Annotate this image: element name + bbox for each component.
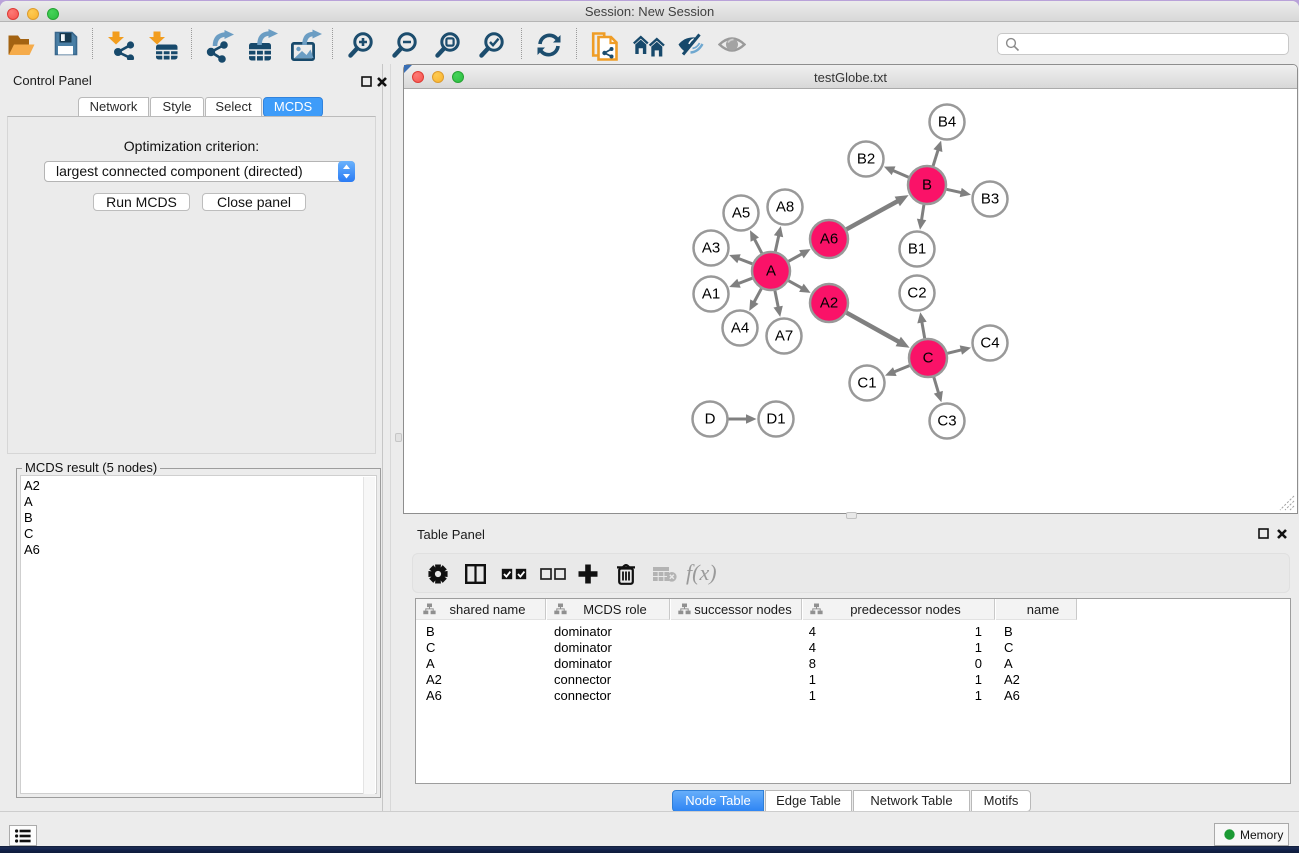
svg-text:C: C [923,350,934,367]
svg-text:A4: A4 [731,320,749,337]
svg-text:C2: C2 [907,285,926,302]
svg-text:A7: A7 [775,328,793,345]
svg-text:C3: C3 [937,413,956,430]
svg-text:A6: A6 [820,231,838,248]
svg-text:B3: B3 [981,191,999,208]
svg-text:D1: D1 [766,411,785,428]
svg-text:B: B [922,177,932,194]
svg-text:A3: A3 [702,240,720,257]
svg-text:B1: B1 [908,241,926,258]
svg-text:A2: A2 [820,295,838,312]
svg-text:A5: A5 [732,205,750,222]
svg-text:B4: B4 [938,114,956,131]
svg-text:A8: A8 [776,199,794,216]
svg-text:A: A [766,263,776,280]
svg-text:C1: C1 [857,375,876,392]
svg-text:C4: C4 [980,335,999,352]
svg-text:A1: A1 [702,286,720,303]
svg-text:B2: B2 [857,151,875,168]
svg-text:D: D [705,411,716,428]
